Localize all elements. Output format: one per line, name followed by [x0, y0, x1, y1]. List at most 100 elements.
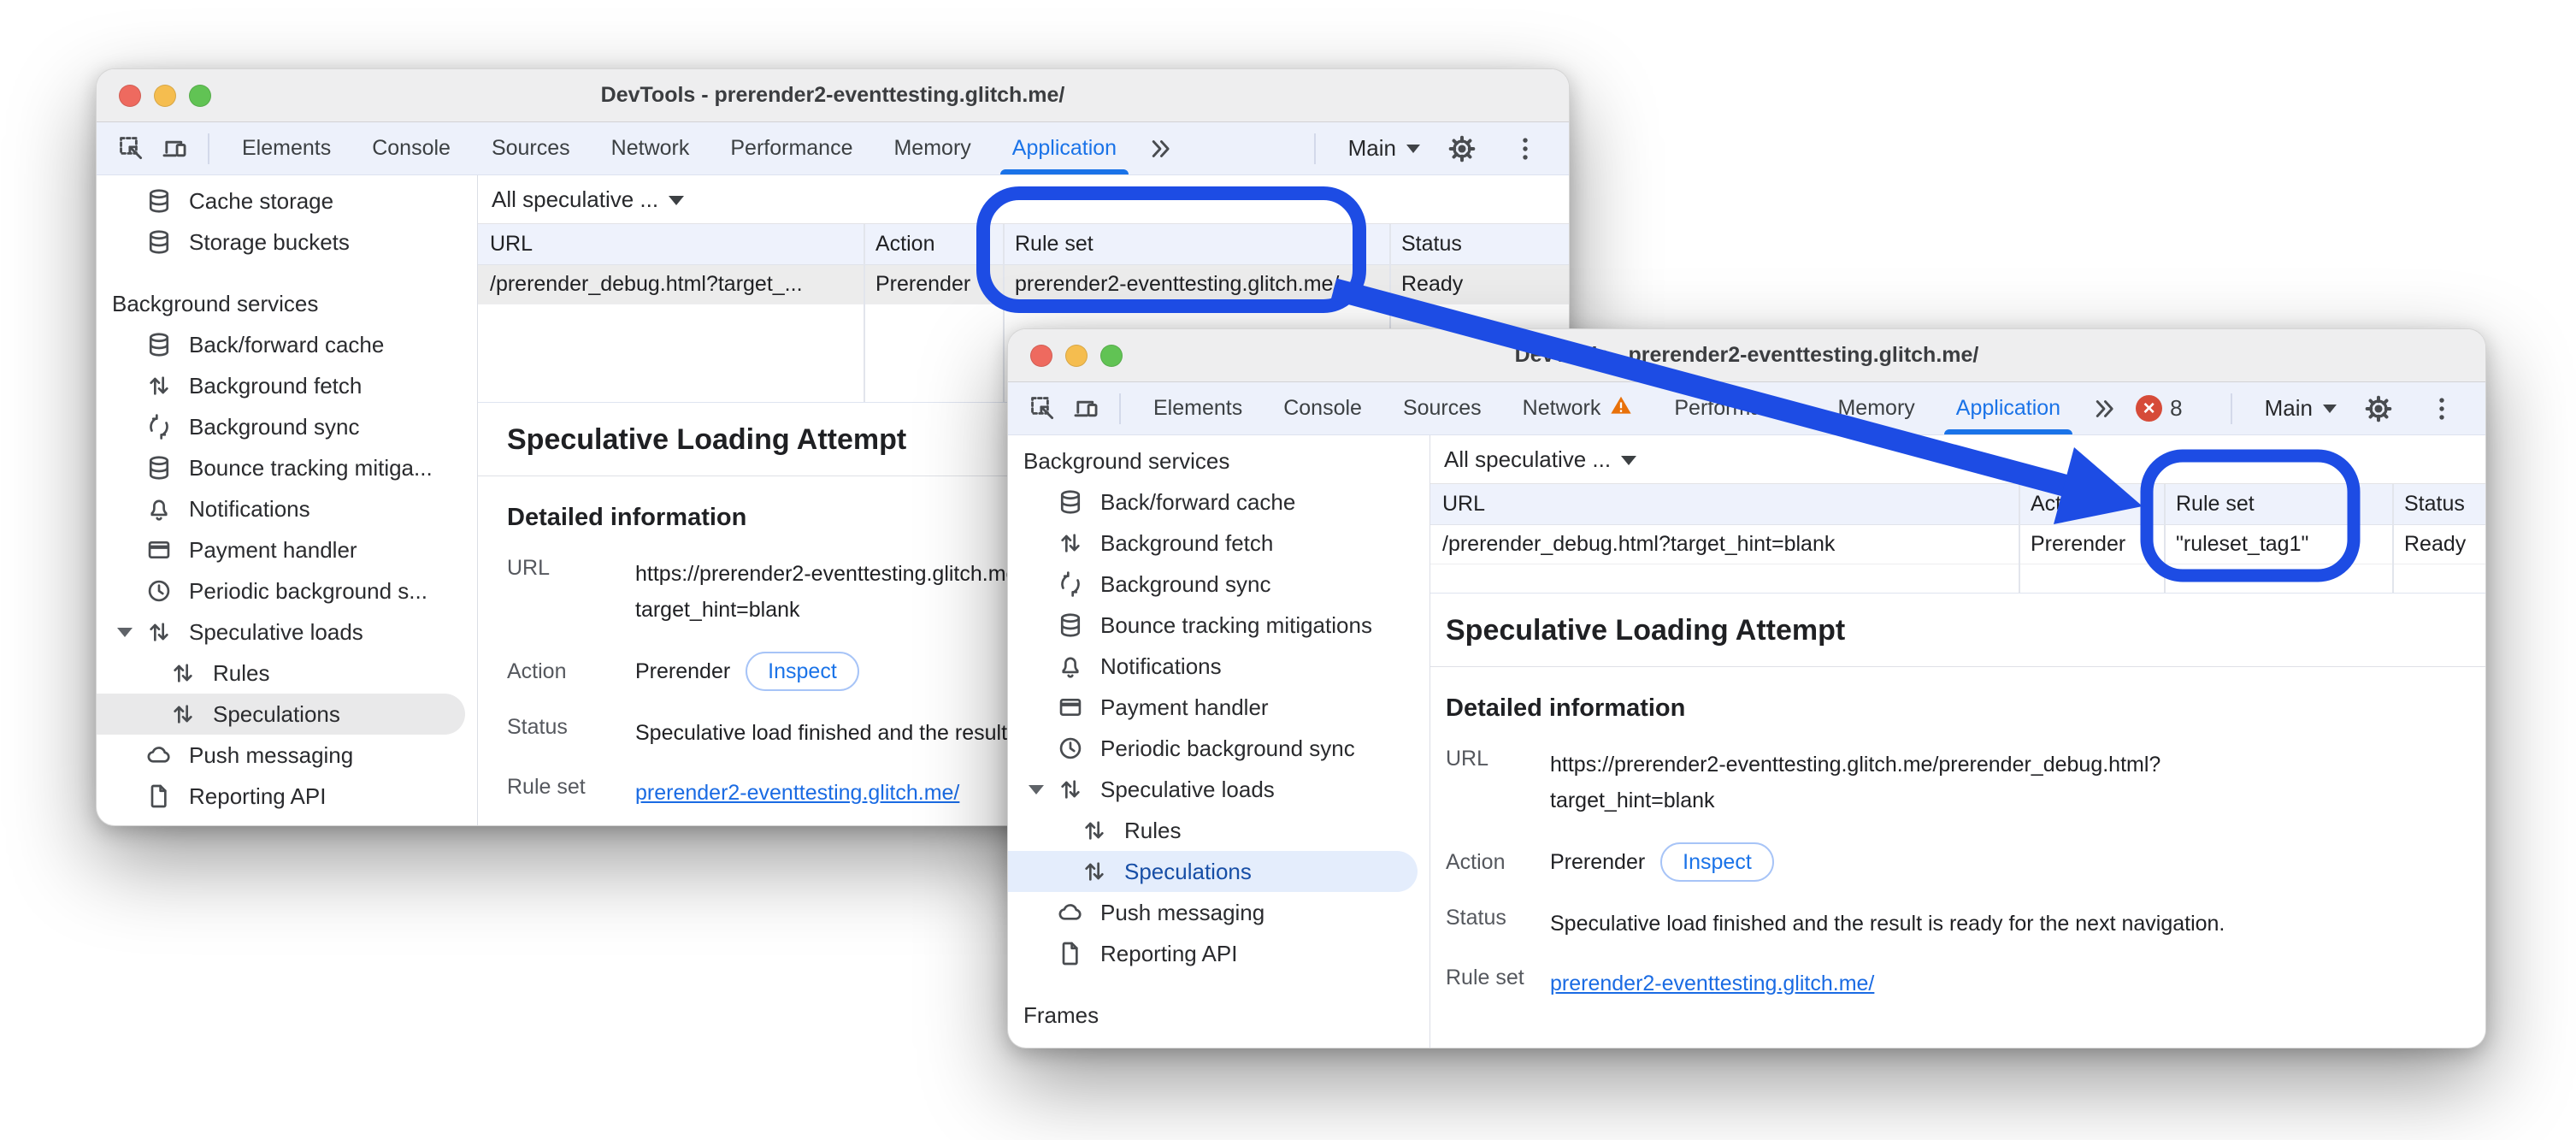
- context-selector[interactable]: Main: [2265, 395, 2337, 422]
- updown-arrows-icon: [144, 617, 174, 647]
- bell-icon: [144, 494, 174, 523]
- url-label: URL: [1446, 747, 1550, 771]
- tab-performance[interactable]: Performance: [1653, 382, 1817, 434]
- sidebar-item-notifications[interactable]: Notifications: [1008, 646, 1418, 687]
- sidebar-item-cache-storage[interactable]: Cache storage: [97, 180, 465, 222]
- sidebar-item-reporting-api[interactable]: Reporting API: [97, 776, 465, 817]
- table-row[interactable]: /prerender_debug.html?target_hint=blankP…: [1430, 525, 2485, 564]
- sidebar-item-speculations[interactable]: Speculations: [97, 694, 465, 735]
- settings-gear-icon[interactable]: [2361, 392, 2396, 426]
- tab-sources[interactable]: Sources: [471, 122, 591, 174]
- settings-gear-icon[interactable]: [1445, 132, 1479, 166]
- sync-icon: [1057, 570, 1084, 598]
- column-divider: [864, 224, 865, 402]
- kebab-menu-icon[interactable]: [2425, 392, 2459, 426]
- sidebar-item-bounce-tracking-mitigations[interactable]: Bounce tracking mitigations: [1008, 605, 1418, 646]
- column-header-url[interactable]: URL: [478, 224, 864, 264]
- column-header-status[interactable]: Status: [1389, 224, 1569, 264]
- column-header-status[interactable]: Status: [2392, 484, 2485, 524]
- tab-elements[interactable]: Elements: [1133, 382, 1263, 434]
- more-tabs-icon[interactable]: [1141, 129, 1180, 168]
- ruleset-link[interactable]: prerender2-eventtesting.glitch.me/: [1550, 972, 1874, 995]
- column-divider: [2164, 484, 2166, 593]
- inspect-cursor-icon[interactable]: [1026, 392, 1060, 426]
- sidebar-item-back-forward-cache[interactable]: Back/forward cache: [1008, 481, 1418, 523]
- sidebar-item-bounce-tracking-mitiga[interactable]: Bounce tracking mitiga...: [97, 447, 465, 488]
- expand-triangle-icon[interactable]: [1029, 785, 1056, 794]
- sidebar-item-push-messaging[interactable]: Push messaging: [97, 735, 465, 776]
- column-header-url[interactable]: URL: [1430, 484, 2019, 524]
- tab-memory[interactable]: Memory: [1817, 382, 1935, 434]
- sidebar-item-rules[interactable]: Rules: [1008, 810, 1418, 851]
- sidebar-item-storage-buckets[interactable]: Storage buckets: [97, 222, 465, 263]
- chevron-down-icon: [2323, 405, 2337, 413]
- chevron-down-icon: [669, 196, 684, 205]
- close-button[interactable]: [119, 85, 141, 107]
- sidebar-item-back-forward-cache[interactable]: Back/forward cache: [97, 324, 465, 365]
- tab-application[interactable]: Application: [992, 122, 1137, 174]
- close-button[interactable]: [1030, 345, 1052, 367]
- tab-performance[interactable]: Performance: [710, 122, 873, 174]
- more-tabs-icon[interactable]: [2084, 389, 2124, 428]
- tab-label: Performance: [730, 136, 852, 161]
- tab-elements[interactable]: Elements: [221, 122, 351, 174]
- sidebar-item-background-sync[interactable]: Background sync: [97, 406, 465, 447]
- sidebar-item-payment-handler[interactable]: Payment handler: [97, 529, 465, 570]
- sidebar-item-reporting-api[interactable]: Reporting API: [1008, 933, 1418, 974]
- speculation-filter-dropdown[interactable]: All speculative ...: [1444, 446, 1636, 473]
- zoom-button[interactable]: [189, 85, 211, 107]
- database-icon: [1057, 488, 1084, 516]
- sidebar-item-periodic-background-sync[interactable]: Periodic background sync: [1008, 728, 1418, 769]
- sidebar-item-rules[interactable]: Rules: [97, 653, 465, 694]
- sidebar-item-background-sync[interactable]: Background sync: [1008, 564, 1418, 605]
- window-title: DevTools - prerender2-eventtesting.glitc…: [601, 83, 1065, 108]
- sidebar-item-label: Reporting API: [1100, 941, 1237, 967]
- sidebar-item-speculative-loads[interactable]: Speculative loads: [97, 611, 465, 653]
- tab-sources[interactable]: Sources: [1382, 382, 1502, 434]
- sidebar-item-speculations[interactable]: Speculations: [1008, 851, 1418, 892]
- sidebar-item-background-fetch[interactable]: Background fetch: [1008, 523, 1418, 564]
- inspect-cursor-icon[interactable]: [115, 132, 149, 166]
- speculation-filter-dropdown[interactable]: All speculative ...: [492, 186, 684, 213]
- sidebar-item-label: Speculative loads: [189, 619, 363, 646]
- tab-memory[interactable]: Memory: [873, 122, 991, 174]
- sidebar-item-push-messaging[interactable]: Push messaging: [1008, 892, 1418, 933]
- sidebar-item-label: Push messaging: [189, 742, 353, 769]
- database-icon: [1057, 611, 1084, 639]
- sidebar-item-speculative-loads[interactable]: Speculative loads: [1008, 769, 1418, 810]
- tab-console[interactable]: Console: [1263, 382, 1382, 434]
- kebab-menu-icon[interactable]: [1508, 132, 1542, 166]
- column-header-action[interactable]: Action: [2019, 484, 2164, 524]
- title-bar[interactable]: DevTools - prerender2-eventtesting.glitc…: [1008, 329, 2485, 382]
- ruleset-link[interactable]: prerender2-eventtesting.glitch.me/: [635, 781, 959, 805]
- minimize-button[interactable]: [1065, 345, 1088, 367]
- inspect-button[interactable]: Inspect: [746, 652, 859, 691]
- sidebar-item-payment-handler[interactable]: Payment handler: [1008, 687, 1418, 728]
- tab-application[interactable]: Application: [1936, 382, 2081, 434]
- tab-label: Memory: [893, 136, 970, 161]
- sidebar-item-notifications[interactable]: Notifications: [97, 488, 465, 529]
- column-header-action[interactable]: Action: [864, 224, 1003, 264]
- sidebar-item-background-fetch[interactable]: Background fetch: [97, 365, 465, 406]
- inspect-button[interactable]: Inspect: [1660, 842, 1774, 882]
- triangle-down-icon: [117, 628, 133, 637]
- tab-label: Network: [1523, 396, 1601, 421]
- cell-action: Prerender: [864, 265, 1003, 304]
- zoom-button[interactable]: [1100, 345, 1123, 367]
- tab-network[interactable]: Network: [1502, 382, 1654, 434]
- device-toolbar-icon[interactable]: [157, 132, 192, 166]
- column-header-rule-set[interactable]: Rule set: [1003, 224, 1389, 264]
- sidebar-item-periodic-background-s[interactable]: Periodic background s...: [97, 570, 465, 611]
- tab-network[interactable]: Network: [591, 122, 710, 174]
- tab-console[interactable]: Console: [351, 122, 471, 174]
- minimize-button[interactable]: [154, 85, 176, 107]
- status-label: Status: [1446, 906, 1550, 930]
- url-value: https://prerender2-eventtesting.glitch.m…: [1550, 747, 2160, 818]
- device-toolbar-icon[interactable]: [1069, 392, 1103, 426]
- title-bar[interactable]: DevTools - prerender2-eventtesting.glitc…: [97, 69, 1569, 122]
- error-badge[interactable]: × 8: [2136, 395, 2182, 422]
- table-row[interactable]: /prerender_debug.html?target_...Prerende…: [478, 265, 1569, 304]
- expand-triangle-icon[interactable]: [117, 628, 144, 637]
- column-header-rule-set[interactable]: Rule set: [2164, 484, 2392, 524]
- context-selector[interactable]: Main: [1348, 135, 1420, 162]
